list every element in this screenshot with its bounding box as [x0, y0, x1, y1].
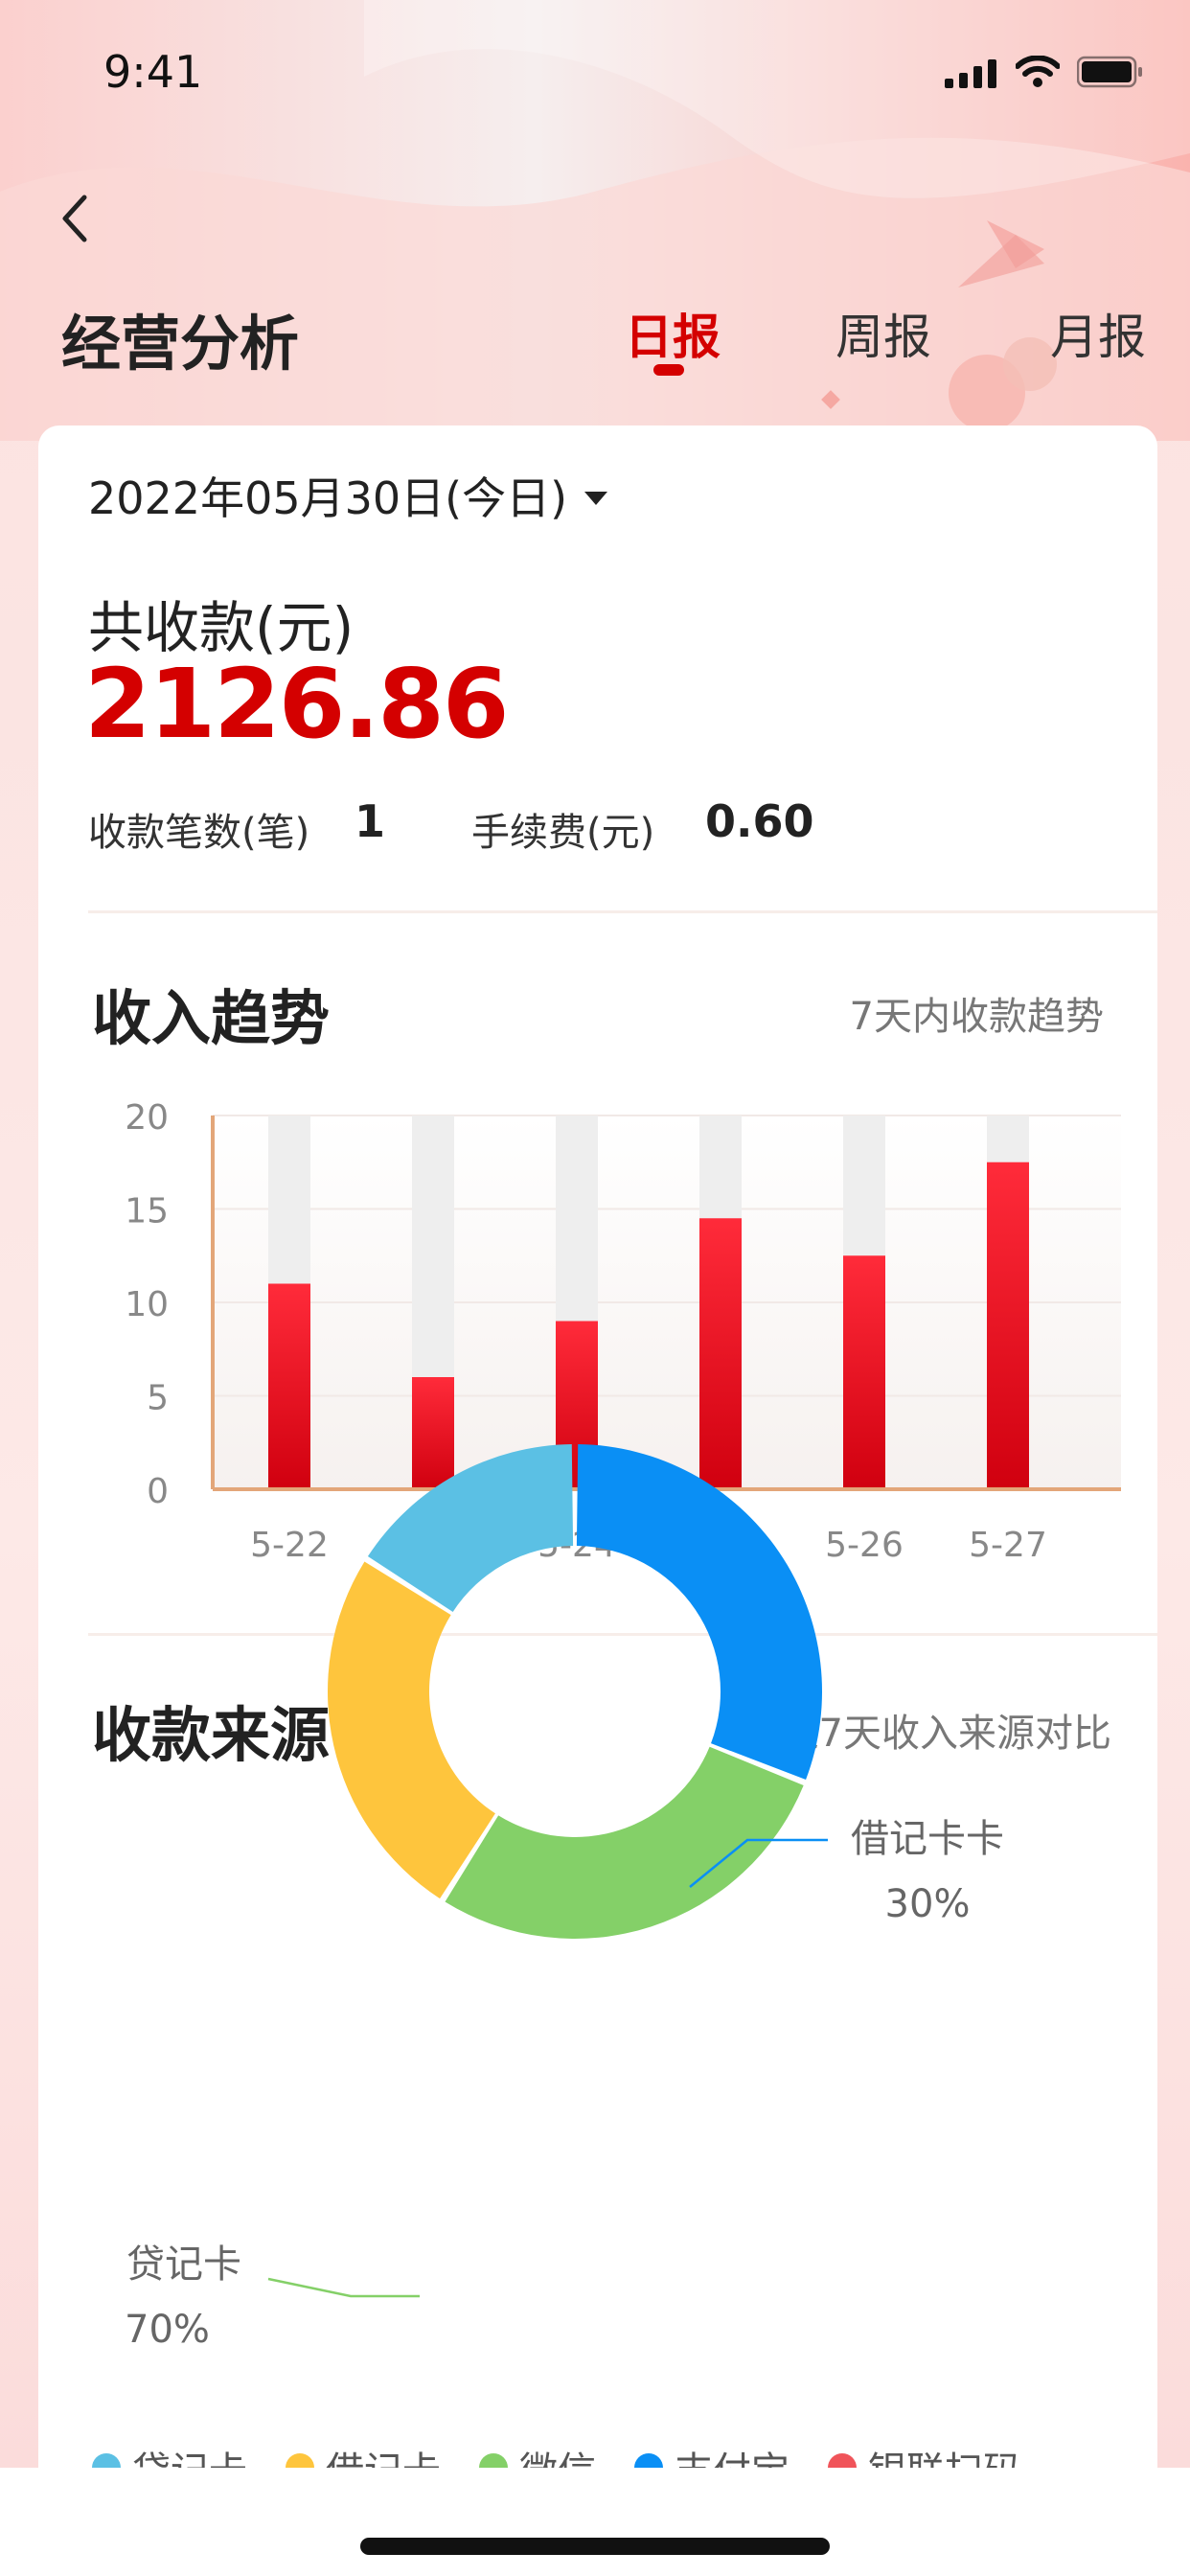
callout-percent: 30%: [885, 1882, 971, 1926]
total-amount: 2126.86: [84, 648, 509, 760]
active-tab-indicator: [653, 364, 684, 376]
legend-dot: [286, 2453, 314, 2468]
back-chevron-icon[interactable]: [56, 190, 98, 247]
legend-label: 借记卡: [326, 2440, 441, 2468]
battery-icon: [1077, 56, 1142, 88]
legend-item: 银联扫码: [828, 2440, 1021, 2468]
app-screen: 9:41 经营分析 日报 周报 月报 2022年05月30日(今日) 共收款(元…: [0, 0, 1190, 2468]
analysis-card: 2022年05月30日(今日) 共收款(元) 2126.86 收款笔数(笔) 1…: [38, 426, 1157, 2468]
y-tick-label: 10: [125, 1285, 169, 1324]
donut-slice: [576, 1444, 822, 1780]
legend-label: 贷记卡: [132, 2440, 247, 2468]
trend-subtitle: 7天内收款趋势: [849, 995, 1104, 1039]
donut-group: 借记卡卡 30% 贷记卡 70%: [125, 1444, 1004, 2352]
tab-daily[interactable]: 日报: [625, 299, 721, 368]
legend-label: 微信: [519, 2440, 596, 2468]
home-indicator-area: [0, 2468, 1190, 2576]
legend-label: 支付宝: [675, 2440, 790, 2468]
count-label: 收款笔数(笔): [88, 811, 310, 855]
wifi-icon: [1016, 56, 1060, 87]
divider: [88, 910, 1157, 913]
status-time: 9:41: [103, 46, 203, 98]
status-bar: 9:41: [0, 0, 1190, 144]
legend-dot: [634, 2453, 663, 2468]
payment-source-donut-chart: 借记卡卡 30% 贷记卡 70%: [125, 1444, 1004, 2352]
trend-title: 收入趋势: [92, 983, 331, 1053]
legend-dot: [92, 2453, 121, 2468]
tab-monthly[interactable]: 月报: [1050, 299, 1146, 368]
date-selector[interactable]: 2022年05月30日(今日): [88, 464, 608, 527]
legend-item: 贷记卡: [92, 2440, 247, 2468]
pie-legend: 贷记卡 借记卡 微信 支付宝 银联扫码: [92, 2440, 1021, 2468]
legend-item: 微信: [479, 2440, 596, 2468]
donut-slice: [328, 1561, 495, 1899]
callout-name: 借记卡卡: [851, 1817, 1004, 1861]
legend-dot: [479, 2453, 508, 2468]
page-title: 经营分析: [61, 309, 300, 379]
legend-dot: [828, 2453, 857, 2468]
legend-item: 支付宝: [634, 2440, 790, 2468]
y-tick-label: 15: [125, 1192, 169, 1231]
count-value: 1: [355, 795, 386, 847]
fee-value: 0.60: [705, 795, 814, 847]
callout-name: 贷记卡: [126, 2242, 241, 2287]
legend-item: 借记卡: [286, 2440, 441, 2468]
tab-weekly[interactable]: 周报: [835, 299, 931, 368]
signal-icon: [945, 59, 996, 88]
callout-line: [267, 2277, 420, 2298]
date-label: 2022年05月30日(今日): [88, 472, 568, 524]
caret-down-icon: [584, 492, 608, 505]
legend-label: 银联扫码: [868, 2440, 1021, 2468]
callout-percent: 70%: [125, 2308, 210, 2352]
home-indicator[interactable]: [360, 2538, 830, 2555]
y-tick-label: 20: [125, 1098, 169, 1138]
donut-slice: [445, 1746, 804, 1939]
fee-label: 手续费(元): [471, 811, 655, 855]
